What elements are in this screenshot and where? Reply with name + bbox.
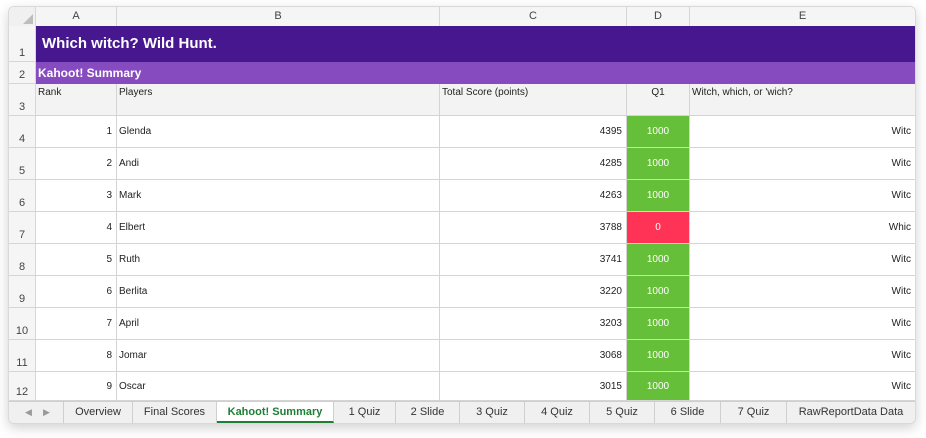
header-q1[interactable]: Q1 (627, 84, 690, 116)
cell-rank[interactable]: 3 (36, 180, 117, 212)
cell-q1-points[interactable]: 1000 (627, 116, 690, 148)
row-header-6[interactable]: 6 (9, 180, 36, 212)
cell-answer[interactable]: Witc (690, 276, 915, 308)
tab-overview[interactable]: Overview (63, 402, 133, 423)
cell-player-name[interactable]: Glenda (117, 116, 440, 148)
cell-total-score[interactable]: 3015 (440, 372, 627, 401)
column-header-b[interactable]: B (117, 7, 440, 26)
cell-q1-points[interactable]: 0 (627, 212, 690, 244)
cell-rank[interactable]: 1 (36, 116, 117, 148)
row-header-5[interactable]: 5 (9, 148, 36, 180)
cell-q1-points[interactable]: 1000 (627, 180, 690, 212)
cell-total-score[interactable]: 3220 (440, 276, 627, 308)
tab-7-quiz[interactable]: 7 Quiz (721, 402, 787, 423)
cell-player-name[interactable]: Oscar (117, 372, 440, 401)
row-header-1[interactable]: 1 (9, 26, 36, 62)
column-header-e[interactable]: E (690, 7, 915, 26)
cell-player-name[interactable]: Berlita (117, 276, 440, 308)
cell-total-score[interactable]: 4285 (440, 148, 627, 180)
cell-q1-points[interactable]: 1000 (627, 308, 690, 340)
row-header-7[interactable]: 7 (9, 212, 36, 244)
cell-player-name[interactable]: Jomar (117, 340, 440, 372)
cell-total-score[interactable]: 3741 (440, 244, 627, 276)
cell-q1-points[interactable]: 1000 (627, 244, 690, 276)
column-header-bar: A B C D E (9, 7, 915, 27)
row-header-2[interactable]: 2 (9, 62, 36, 84)
cell-answer[interactable]: Witc (690, 116, 915, 148)
row-header-3[interactable]: 3 (9, 84, 36, 116)
cell-total-score[interactable]: 3068 (440, 340, 627, 372)
tab-kahoot-summary[interactable]: Kahoot! Summary (217, 402, 334, 423)
column-header-a[interactable]: A (36, 7, 117, 26)
tab-4-quiz[interactable]: 4 Quiz (525, 402, 590, 423)
tab-3-quiz[interactable]: 3 Quiz (460, 402, 525, 423)
cell-rank[interactable]: 7 (36, 308, 117, 340)
cell-answer[interactable]: Witc (690, 308, 915, 340)
cell-rank[interactable]: 2 (36, 148, 117, 180)
cell-answer[interactable]: Whic (690, 212, 915, 244)
tab-2-slide[interactable]: 2 Slide (396, 402, 460, 423)
triangle-left-icon[interactable]: ◀ (25, 402, 32, 423)
row-header-10[interactable]: 10 (9, 308, 36, 340)
cell-rank[interactable]: 5 (36, 244, 117, 276)
cell-total-score[interactable]: 3788 (440, 212, 627, 244)
cell-total-score[interactable]: 4395 (440, 116, 627, 148)
cell-total-score[interactable]: 3203 (440, 308, 627, 340)
cell-q1-points[interactable]: 1000 (627, 372, 690, 401)
cell-total-score[interactable]: 4263 (440, 180, 627, 212)
cell-q1-points[interactable]: 1000 (627, 276, 690, 308)
cell-rank[interactable]: 4 (36, 212, 117, 244)
tab-6-slide[interactable]: 6 Slide (655, 402, 721, 423)
cell-player-name[interactable]: Andi (117, 148, 440, 180)
cell-q1-points[interactable]: 1000 (627, 340, 690, 372)
cell-q1-points[interactable]: 1000 (627, 148, 690, 180)
cell-player-name[interactable]: Mark (117, 180, 440, 212)
row-header-8[interactable]: 8 (9, 244, 36, 276)
cell-player-name[interactable]: Ruth (117, 244, 440, 276)
tab-5-quiz[interactable]: 5 Quiz (590, 402, 655, 423)
cell-rank[interactable]: 8 (36, 340, 117, 372)
row-header-11[interactable]: 11 (9, 340, 36, 372)
tab-rawreportdata-data[interactable]: RawReportData Data (787, 402, 915, 423)
column-header-d[interactable]: D (627, 7, 690, 26)
column-header-c[interactable]: C (440, 7, 627, 26)
sheet-title[interactable]: Which witch? Wild Hunt. (36, 26, 915, 62)
header-total-score[interactable]: Total Score (points) (440, 84, 627, 116)
cell-answer[interactable]: Witc (690, 340, 915, 372)
header-question[interactable]: Witch, which, or 'wich? (690, 84, 915, 116)
spreadsheet-window: A B C D E 1 2 3 4 5 6 7 8 9 10 11 12 Whi… (8, 6, 916, 424)
tab-final-scores[interactable]: Final Scores (133, 402, 217, 423)
header-rank[interactable]: Rank (36, 84, 117, 116)
cell-answer[interactable]: Witc (690, 244, 915, 276)
sheet-tab-bar: ◀ ▶ Overview Final Scores Kahoot! Summar… (9, 401, 915, 423)
cell-answer[interactable]: Witc (690, 180, 915, 212)
row-header-4[interactable]: 4 (9, 116, 36, 148)
row-header-12[interactable]: 12 (9, 372, 36, 401)
cell-rank[interactable]: 9 (36, 372, 117, 401)
select-all-corner[interactable] (9, 7, 36, 26)
cell-answer[interactable]: Witc (690, 148, 915, 180)
cell-player-name[interactable]: April (117, 308, 440, 340)
tab-1-quiz[interactable]: 1 Quiz (334, 402, 396, 423)
row-header-9[interactable]: 9 (9, 276, 36, 308)
sheet-subtitle[interactable]: Kahoot! Summary (36, 62, 915, 84)
triangle-right-icon[interactable]: ▶ (43, 402, 50, 423)
corner-triangle-icon (23, 14, 33, 24)
cell-rank[interactable]: 6 (36, 276, 117, 308)
header-players[interactable]: Players (117, 84, 440, 116)
cell-answer[interactable]: Witc (690, 372, 915, 401)
cell-player-name[interactable]: Elbert (117, 212, 440, 244)
